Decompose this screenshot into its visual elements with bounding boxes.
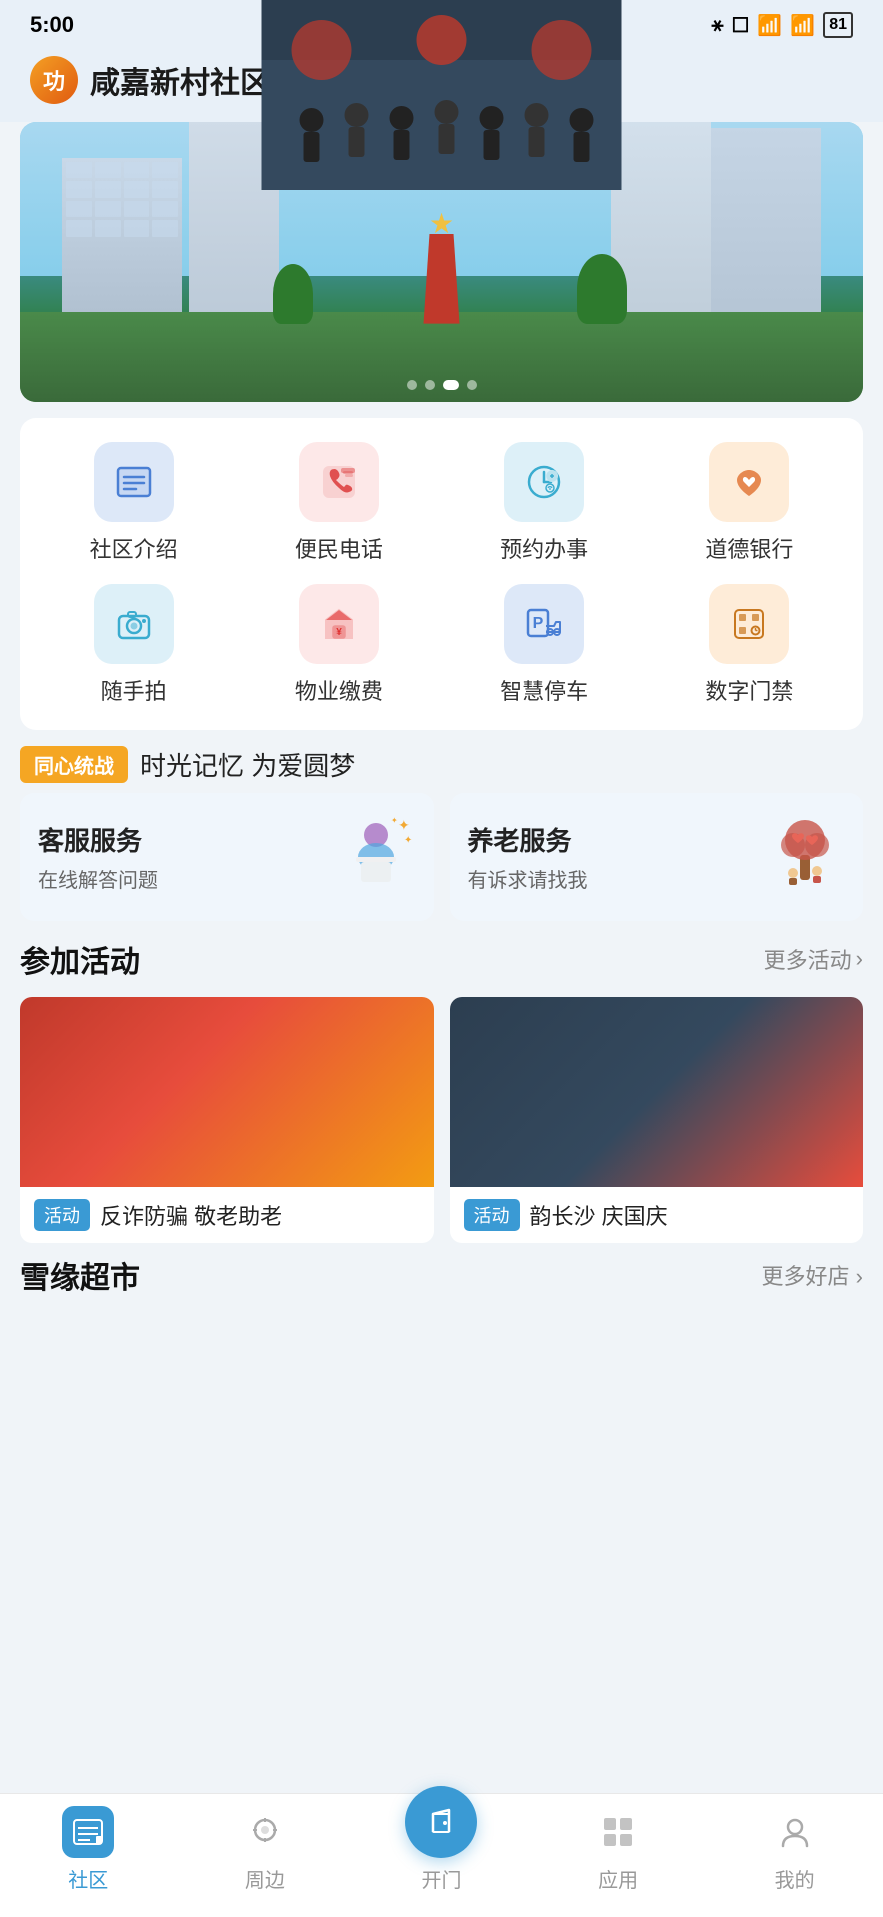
nav-item-nearby[interactable]: 周边 xyxy=(215,1806,315,1893)
elder-service-title: 养老服务 xyxy=(468,821,588,858)
dot-3[interactable] xyxy=(443,380,459,390)
chevron-right-icon: › xyxy=(856,946,863,972)
community-intro-label: 社区介绍 xyxy=(90,532,178,564)
quick-photo-label: 随手拍 xyxy=(101,674,167,706)
elder-service-icon xyxy=(765,815,845,899)
activity-tag-1: 活动 xyxy=(34,1199,90,1231)
bottom-nav: 社区 周边 开门 xyxy=(0,1793,883,1917)
store-more[interactable]: 更多好店 › xyxy=(762,1259,863,1291)
activity-info-2: 活动 韵长沙 庆国庆 xyxy=(450,1187,864,1243)
property-fee-icon: ¥ xyxy=(299,584,379,664)
smart-parking-label: 智慧停车 xyxy=(500,674,588,706)
smart-parking-icon: P xyxy=(504,584,584,664)
elder-service-card[interactable]: 养老服务 有诉求请找我 xyxy=(450,793,864,921)
quick-photo-icon xyxy=(94,584,174,664)
appointment-icon xyxy=(504,442,584,522)
community-nav-icon xyxy=(62,1806,114,1858)
mine-nav-icon xyxy=(769,1806,821,1858)
activity-tag-2: 活动 xyxy=(464,1199,520,1231)
activities-header: 参加活动 更多活动 › xyxy=(20,937,863,981)
digital-gate-label: 数字门禁 xyxy=(705,674,793,706)
digital-gate-icon xyxy=(709,584,789,664)
mine-nav-label: 我的 xyxy=(775,1864,815,1893)
nav-item-apps[interactable]: 应用 xyxy=(568,1806,668,1893)
svg-text:P: P xyxy=(533,615,544,632)
store-section: 雪缘超市 更多好店 › xyxy=(20,1253,863,1297)
community-intro-icon xyxy=(94,442,174,522)
grid-item-appointment[interactable]: 预约办事 xyxy=(447,442,642,564)
activities-section: 参加活动 更多活动 › 活动会议 xyxy=(20,937,863,1243)
notice-tag: 同心统战 xyxy=(20,746,128,783)
nearby-nav-icon xyxy=(239,1806,291,1858)
appointment-label: 预约办事 xyxy=(500,532,588,564)
service-cards-container: 客服服务 在线解答问题 ✦ ✦ ✦ 养老服务 有诉求请找我 xyxy=(20,793,863,921)
customer-service-icon: ✦ ✦ ✦ xyxy=(336,815,416,899)
open-door-nav-label: 开门 xyxy=(421,1864,461,1893)
tree-1 xyxy=(273,264,313,324)
nearby-nav-label: 周边 xyxy=(245,1864,285,1893)
elder-service-sub: 有诉求请找我 xyxy=(468,864,588,893)
activity-name-2: 韵长沙 庆国庆 xyxy=(530,1199,668,1231)
svg-text:¥: ¥ xyxy=(336,627,342,638)
grid-item-quick-photo[interactable]: 随手拍 xyxy=(36,584,231,706)
activity-info-1: 活动 反诈防骗 敬老助老 xyxy=(20,1187,434,1243)
svg-text:✦: ✦ xyxy=(398,817,410,833)
convenience-phone-icon xyxy=(299,442,379,522)
open-door-button[interactable] xyxy=(405,1786,477,1858)
store-title: 雪缘超市 xyxy=(20,1253,140,1297)
activity-grid: 活动会议 活动 反诈防骗 敬老助老 xyxy=(20,997,863,1243)
community-nav-label: 社区 xyxy=(68,1864,108,1893)
moral-bank-label: 道德银行 xyxy=(705,532,793,564)
svg-text:✦: ✦ xyxy=(391,816,398,825)
grid-item-moral-bank[interactable]: 道德银行 xyxy=(652,442,847,564)
customer-service-title: 客服服务 xyxy=(38,821,158,858)
grid-item-property-fee[interactable]: ¥ 物业缴费 xyxy=(241,584,436,706)
activity-card-1[interactable]: 活动会议 活动 反诈防骗 敬老助老 xyxy=(20,997,434,1243)
svg-text:✦: ✦ xyxy=(404,835,412,846)
carousel-dots xyxy=(407,380,477,390)
chevron-right-icon: › xyxy=(856,1264,863,1289)
grid-item-community-intro[interactable]: 社区介绍 xyxy=(36,442,231,564)
customer-service-text: 客服服务 在线解答问题 xyxy=(38,821,158,893)
quick-access-grid: 社区介绍 便民电话 xyxy=(20,418,863,730)
elder-service-text: 养老服务 有诉求请找我 xyxy=(468,821,588,893)
convenience-phone-label: 便民电话 xyxy=(295,532,383,564)
grid-item-convenience-phone[interactable]: 便民电话 xyxy=(241,442,436,564)
property-fee-label: 物业缴费 xyxy=(295,674,383,706)
customer-service-card[interactable]: 客服服务 在线解答问题 ✦ ✦ ✦ xyxy=(20,793,434,921)
apps-nav-icon xyxy=(592,1806,644,1858)
dot-4[interactable] xyxy=(467,380,477,390)
activity-card-2[interactable]: 活动 韵长沙 庆国庆 xyxy=(450,997,864,1243)
tree-2 xyxy=(577,254,627,324)
activity-image-2 xyxy=(450,997,864,1187)
dot-2[interactable] xyxy=(425,380,435,390)
dot-1[interactable] xyxy=(407,380,417,390)
nav-item-mine[interactable]: 我的 xyxy=(745,1806,845,1893)
activity-image-1: 活动会议 xyxy=(20,997,434,1187)
customer-service-sub: 在线解答问题 xyxy=(38,864,158,893)
grid-item-digital-gate[interactable]: 数字门禁 xyxy=(652,584,847,706)
star-icon: ★ xyxy=(429,207,454,240)
activities-more[interactable]: 更多活动 › xyxy=(764,943,863,975)
icon-grid-container: 社区介绍 便民电话 xyxy=(36,442,847,706)
notice-text: 时光记忆 为爱圆梦 xyxy=(140,746,355,783)
activity-name-1: 反诈防骗 敬老助老 xyxy=(100,1199,282,1231)
nav-item-community[interactable]: 社区 xyxy=(38,1806,138,1893)
moral-bank-icon xyxy=(709,442,789,522)
apps-nav-label: 应用 xyxy=(598,1864,638,1893)
nav-item-open-door[interactable]: 开门 xyxy=(391,1806,491,1893)
activities-title: 参加活动 xyxy=(20,937,140,981)
grid-item-smart-parking[interactable]: P 智慧停车 xyxy=(447,584,642,706)
store-header: 雪缘超市 更多好店 › xyxy=(20,1253,863,1297)
notice-bar: 同心统战 时光记忆 为爱圆梦 xyxy=(20,746,863,783)
